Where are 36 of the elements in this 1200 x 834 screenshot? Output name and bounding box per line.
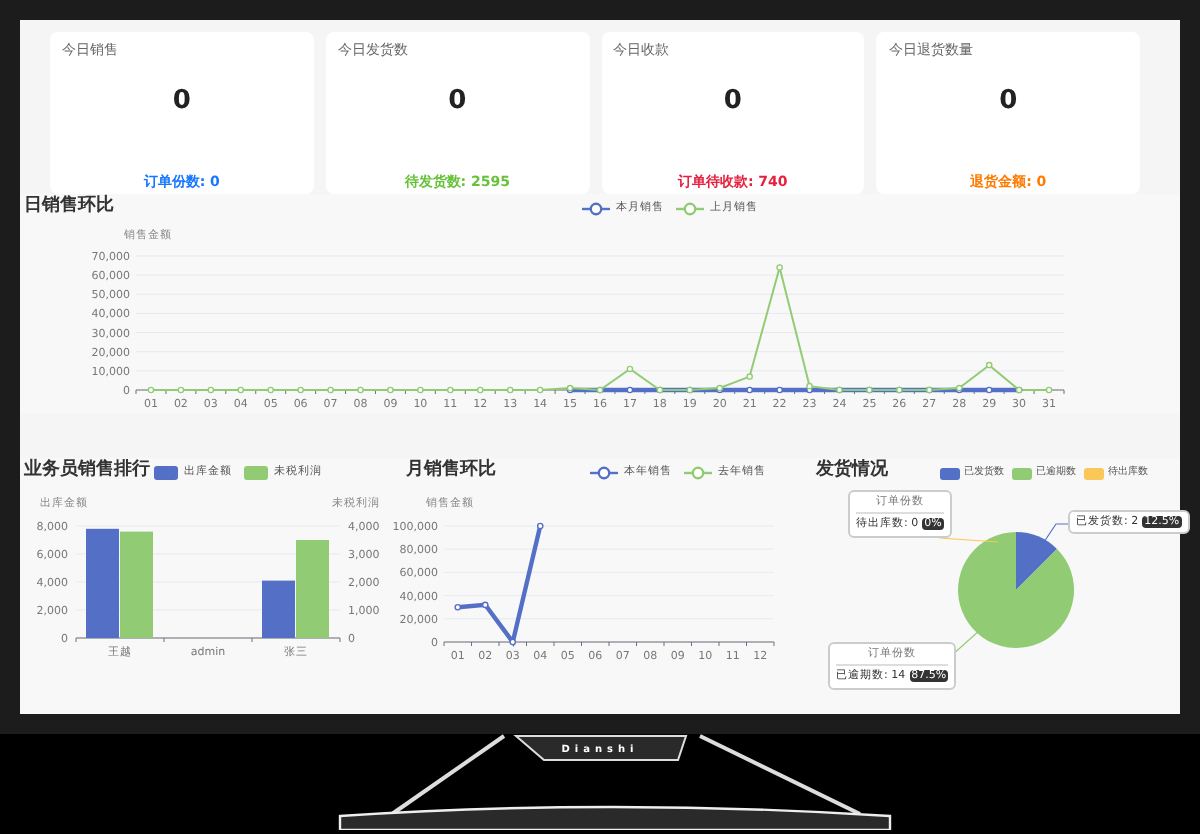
data-point	[177, 386, 185, 394]
data-point	[536, 522, 544, 530]
data-point	[506, 386, 514, 394]
data-point	[481, 601, 489, 609]
data-point	[536, 386, 544, 394]
chart-title: 月销售环比	[406, 458, 496, 485]
data-point	[237, 386, 245, 394]
data-point	[454, 603, 462, 611]
data-point	[207, 386, 215, 394]
card-value: 0	[170, 83, 193, 119]
data-point	[327, 386, 334, 394]
card-value: 0	[721, 83, 744, 119]
data-point	[626, 365, 634, 373]
chart-title: 日销售环比	[24, 194, 114, 221]
data-point	[297, 386, 304, 394]
data-point	[447, 386, 454, 394]
data-point	[626, 386, 634, 394]
data-point	[746, 386, 753, 394]
data-point	[985, 361, 993, 369]
chart-title: 业务员销售排行	[24, 458, 150, 485]
data-point	[746, 373, 753, 380]
data-point	[417, 386, 424, 394]
data-point	[267, 386, 274, 394]
card-value: 0	[446, 83, 469, 119]
data-point	[985, 386, 993, 394]
data-point	[955, 384, 963, 392]
data-point	[776, 264, 783, 271]
data-point	[147, 386, 155, 394]
data-point	[357, 386, 364, 394]
data-point	[476, 386, 484, 394]
data-point	[1045, 386, 1053, 394]
data-point	[509, 638, 517, 646]
card-value: 0	[997, 83, 1020, 119]
chart-title: 发货情况	[816, 458, 888, 485]
data-point	[776, 386, 783, 394]
data-point	[387, 386, 394, 394]
